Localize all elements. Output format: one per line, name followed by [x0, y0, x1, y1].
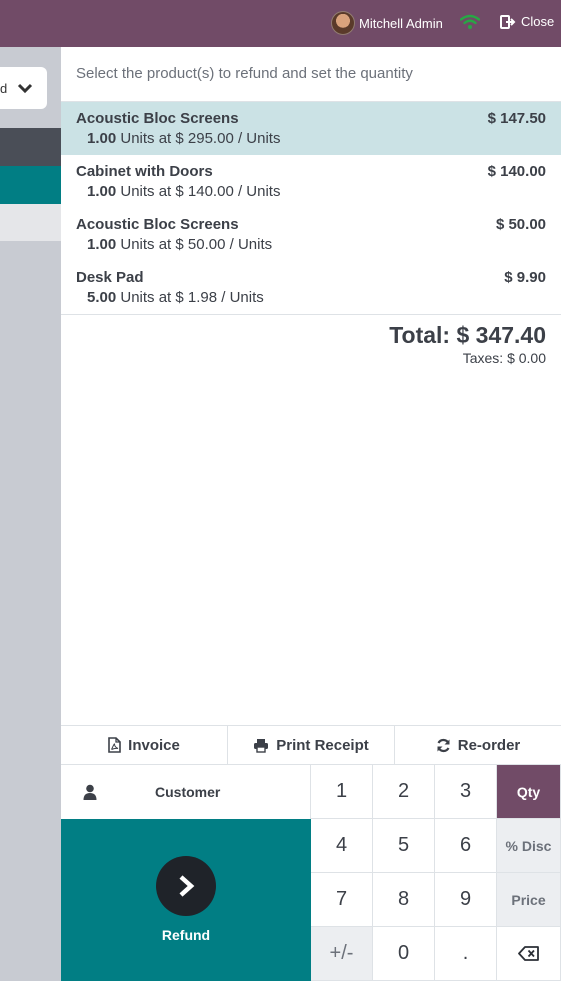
- line-detail: 1.00 Units at $ 295.00 / Units: [76, 130, 546, 147]
- invoice-label: Invoice: [128, 736, 180, 754]
- chevron-right-icon: [179, 875, 195, 897]
- plus-minus-button[interactable]: +/-: [311, 927, 373, 981]
- numpad-key-9[interactable]: 9: [435, 873, 497, 927]
- product-name: Acoustic Bloc Screens: [76, 216, 239, 233]
- backspace-button[interactable]: [497, 927, 561, 981]
- order-line[interactable]: Desk Pad $ 9.90 5.00 Units at $ 1.98 / U…: [61, 261, 561, 314]
- taxes-amount: Taxes: $ 0.00: [462, 350, 546, 366]
- line-unit-info: Units at $ 50.00 / Units: [120, 236, 273, 253]
- reorder-label: Re-order: [457, 736, 521, 754]
- left-background: d: [0, 47, 61, 981]
- refund-button[interactable]: Refund: [61, 819, 311, 981]
- order-lines: Acoustic Bloc Screens $ 147.50 1.00 Unit…: [61, 101, 561, 315]
- order-line[interactable]: Acoustic Bloc Screens $ 50.00 1.00 Units…: [61, 208, 561, 261]
- line-qty: 1.00: [87, 236, 117, 253]
- price-mode-button[interactable]: Price: [497, 873, 561, 927]
- close-label: Close: [521, 14, 555, 29]
- line-unit-info: Units at $ 1.98 / Units: [120, 289, 264, 306]
- product-name: Cabinet with Doors: [76, 163, 213, 180]
- order-line[interactable]: Cabinet with Doors $ 140.00 1.00 Units a…: [61, 155, 561, 208]
- reorder-button[interactable]: Re-order: [395, 726, 561, 764]
- line-detail: 1.00 Units at $ 50.00 / Units: [76, 236, 546, 253]
- print-receipt-label: Print Receipt: [276, 736, 369, 754]
- line-unit-info: Units at $ 295.00 / Units: [120, 130, 281, 147]
- product-name: Acoustic Bloc Screens: [76, 110, 239, 127]
- numpad: 1 2 3 Qty 4 5 6 % Disc 7 8 9 Price +/- 0…: [311, 765, 561, 981]
- total-amount: Total: $ 347.40: [389, 322, 546, 348]
- refund-label: Refund: [161, 927, 211, 943]
- numpad-key-4[interactable]: 4: [311, 819, 373, 873]
- print-receipt-button[interactable]: Print Receipt: [228, 726, 395, 764]
- line-detail: 5.00 Units at $ 1.98 / Units: [76, 289, 546, 306]
- line-qty: 5.00: [87, 289, 117, 306]
- list-row-light[interactable]: [0, 204, 61, 241]
- action-bar: Invoice Print Receipt Re-order: [61, 725, 561, 765]
- top-bar: Mitchell Admin Close: [0, 0, 561, 47]
- refresh-icon: [437, 738, 450, 752]
- wifi-icon: [460, 14, 480, 29]
- user-name: Mitchell Admin: [359, 15, 443, 31]
- instruction-text: Select the product(s) to refund and set …: [76, 65, 413, 82]
- line-price: $ 9.90: [504, 269, 546, 286]
- order-line[interactable]: Acoustic Bloc Screens $ 147.50 1.00 Unit…: [61, 102, 561, 155]
- refund-circle: [156, 856, 216, 916]
- avatar: [331, 11, 355, 35]
- decimal-button[interactable]: .: [435, 927, 497, 981]
- list-row-dark[interactable]: [0, 128, 61, 166]
- list-row-selected[interactable]: [0, 166, 61, 204]
- backspace-icon: [517, 946, 539, 961]
- numpad-key-2[interactable]: 2: [373, 765, 435, 819]
- refund-panel: Select the product(s) to refund and set …: [61, 47, 561, 981]
- filter-select[interactable]: d: [0, 67, 47, 109]
- discount-mode-button[interactable]: % Disc: [497, 819, 561, 873]
- order-total: Total: $ 347.40 Taxes: $ 0.00: [389, 322, 546, 366]
- line-price: $ 50.00: [495, 216, 546, 233]
- user-icon: [83, 784, 97, 800]
- sign-out-icon: [500, 14, 516, 29]
- file-pdf-icon: [108, 737, 121, 753]
- filter-select-value: d: [0, 80, 8, 96]
- numpad-key-5[interactable]: 5: [373, 819, 435, 873]
- numpad-key-1[interactable]: 1: [311, 765, 373, 819]
- invoice-button[interactable]: Invoice: [61, 726, 228, 764]
- line-detail: 1.00 Units at $ 140.00 / Units: [76, 183, 546, 200]
- numpad-key-7[interactable]: 7: [311, 873, 373, 927]
- line-qty: 1.00: [87, 183, 117, 200]
- line-qty: 1.00: [87, 130, 117, 147]
- line-unit-info: Units at $ 140.00 / Units: [120, 183, 281, 200]
- numpad-key-0[interactable]: 0: [373, 927, 435, 981]
- lines-divider: [61, 314, 561, 315]
- numpad-key-3[interactable]: 3: [435, 765, 497, 819]
- close-button[interactable]: Close: [500, 14, 554, 29]
- product-name: Desk Pad: [76, 269, 144, 286]
- chevron-down-icon: [18, 83, 33, 94]
- qty-mode-button[interactable]: Qty: [497, 765, 561, 819]
- line-price: $ 147.50: [487, 110, 546, 127]
- numpad-key-6[interactable]: 6: [435, 819, 497, 873]
- line-price: $ 140.00: [487, 163, 546, 180]
- print-icon: [254, 738, 269, 753]
- user-menu[interactable]: Mitchell Admin: [331, 11, 443, 35]
- numpad-key-8[interactable]: 8: [373, 873, 435, 927]
- customer-label: Customer: [155, 784, 221, 800]
- customer-button[interactable]: Customer: [61, 765, 311, 819]
